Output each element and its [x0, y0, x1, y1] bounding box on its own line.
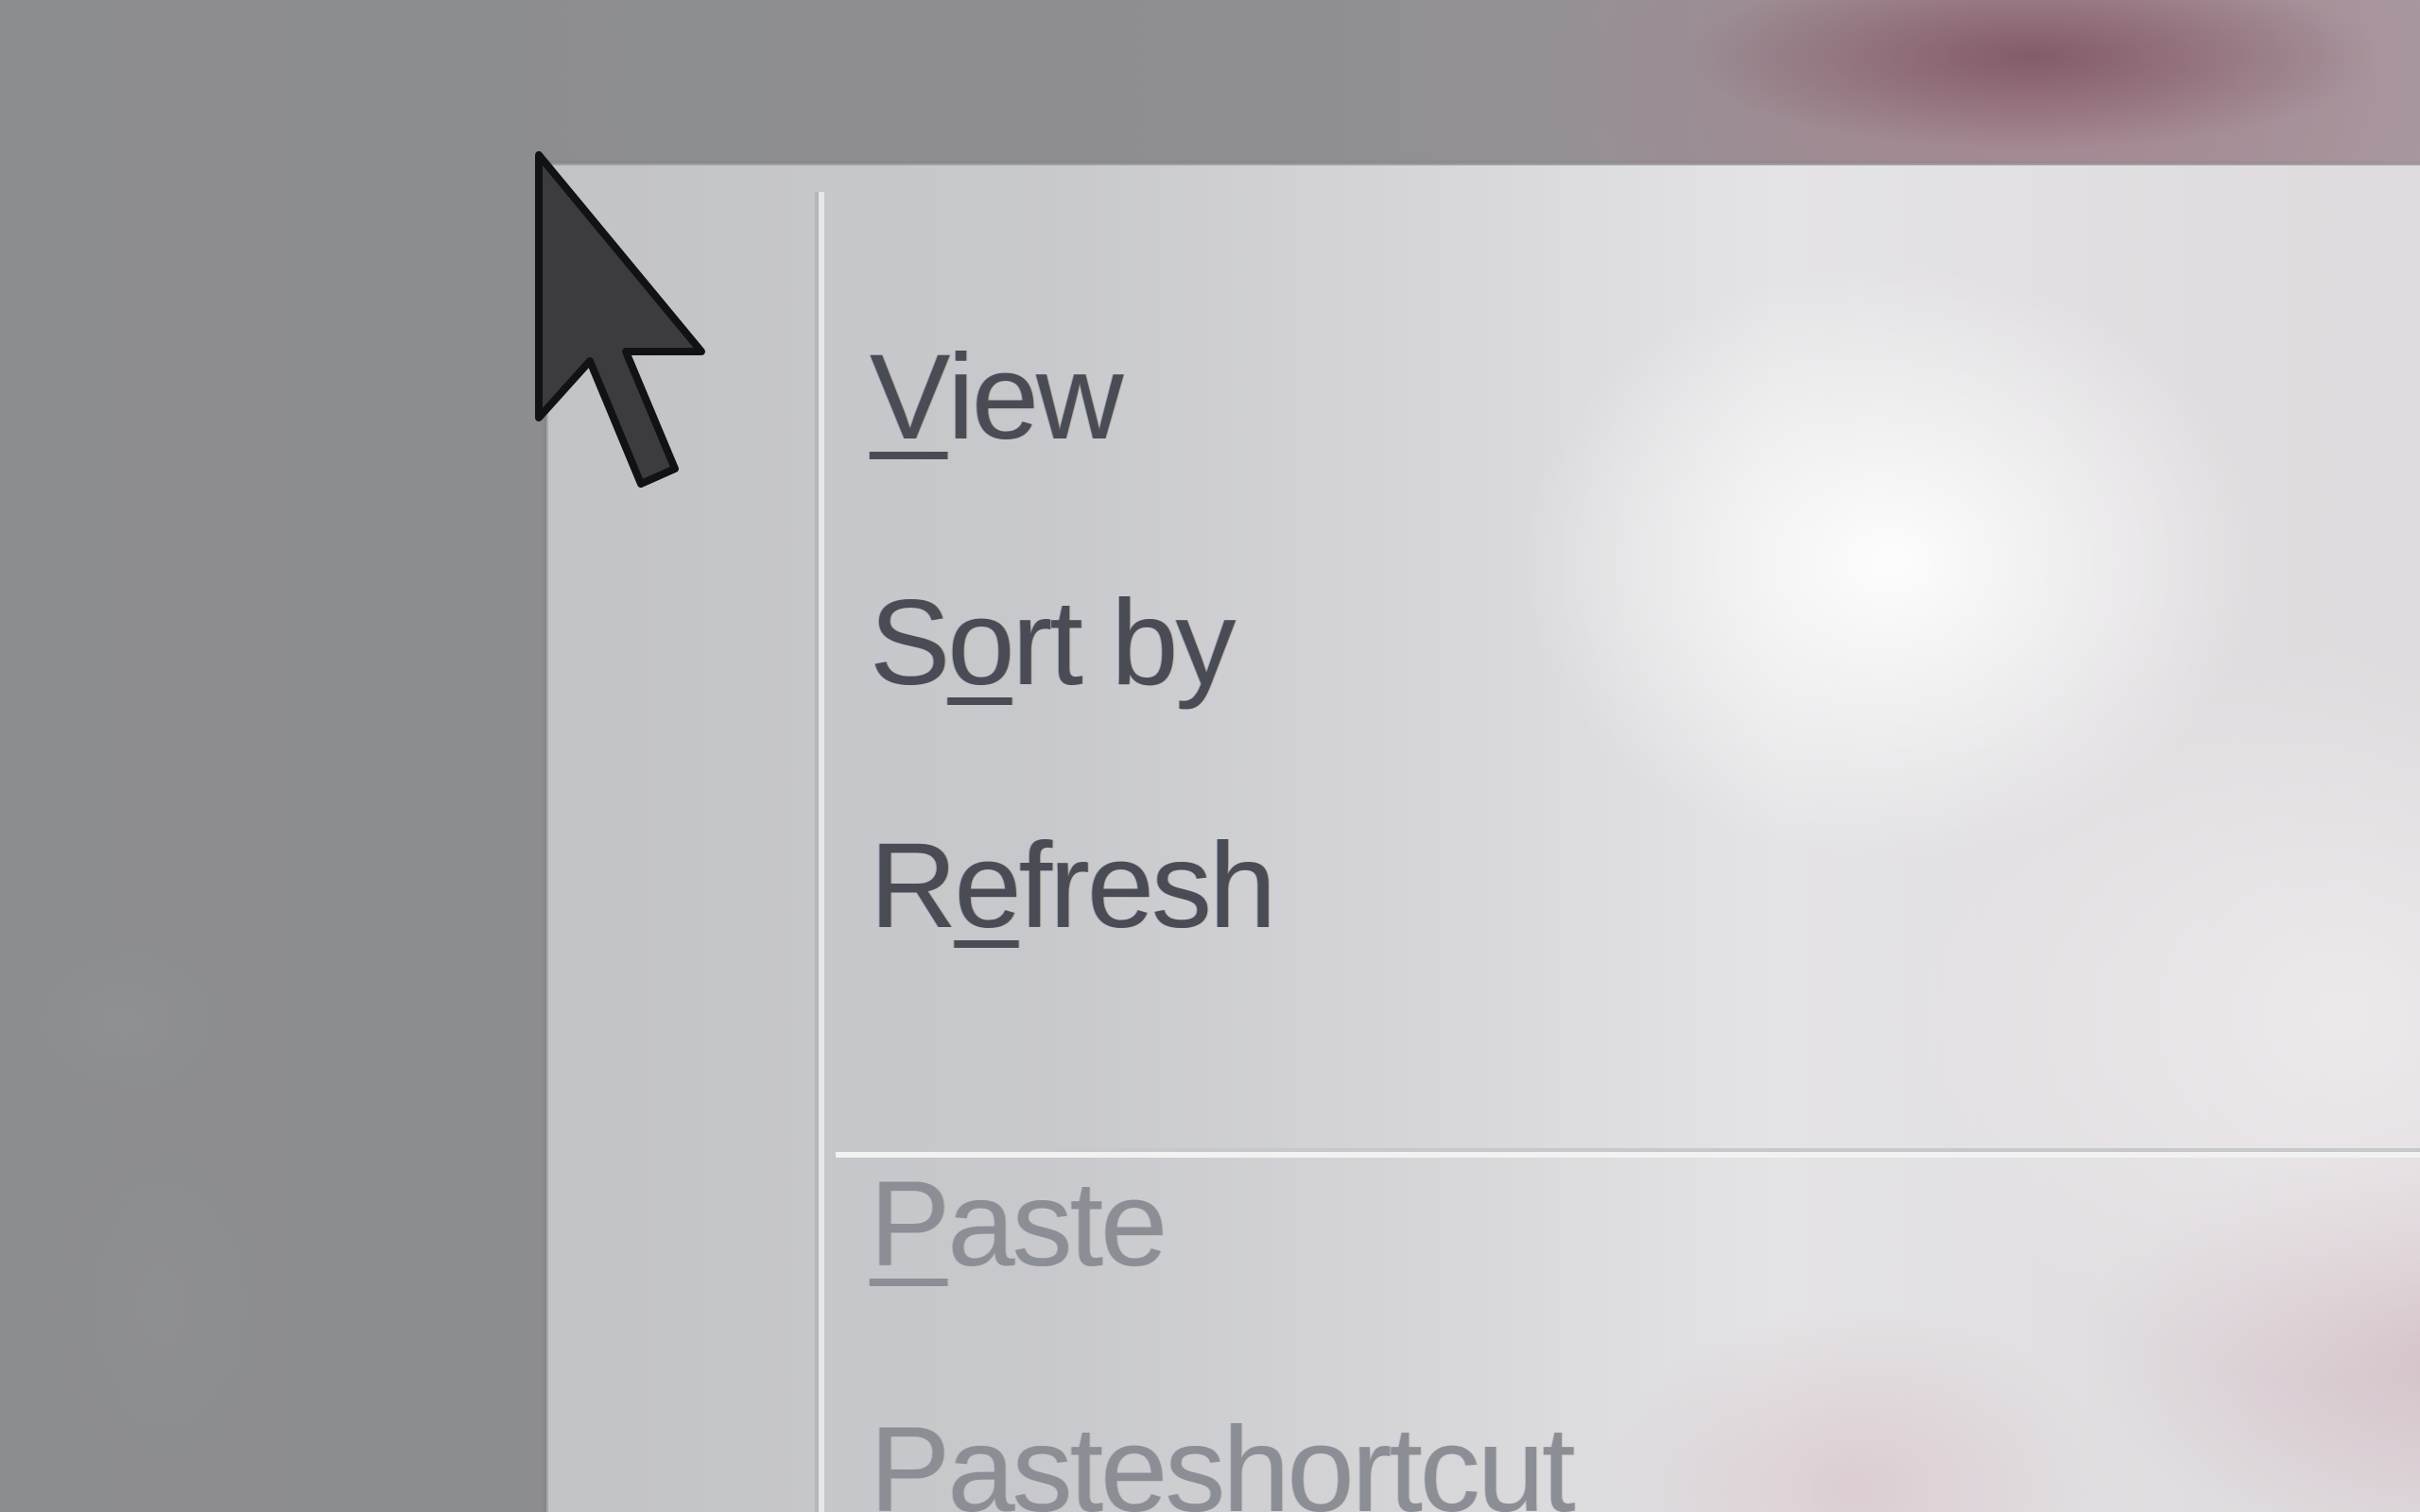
menu-item-sort-by[interactable]: So rt by — [870, 558, 1236, 728]
menu-item-refresh[interactable]: Re fresh — [870, 800, 1277, 971]
mnemonic-p: P — [870, 1156, 950, 1292]
menu-item-sort-by-label-pre: S — [870, 575, 950, 711]
mnemonic-s: s — [1165, 1401, 1225, 1512]
menu-item-paste-shortcut[interactable]: Paste s hortcut — [870, 1384, 1576, 1512]
menu-item-paste-shortcut-label-pre: Paste — [870, 1401, 1167, 1512]
desktop-context-menu: View So rt by Re fresh Paste Paste s hortcu… — [546, 163, 2420, 1512]
desktop-icon[interactable] — [19, 907, 321, 1493]
menu-item-refresh-label-pre: R — [870, 817, 957, 954]
menu-item-paste[interactable]: Paste — [870, 1139, 1167, 1309]
gutter-divider — [815, 192, 824, 1512]
mnemonic-o: o — [947, 575, 1014, 711]
menu-item-paste-shortcut-label-rest: hortcut — [1222, 1401, 1575, 1512]
menu-item-view[interactable]: View — [870, 312, 1123, 482]
menu-item-paste-label-rest: aste — [947, 1156, 1167, 1292]
menu-icon-gutter — [548, 165, 815, 1512]
mnemonic-v: V — [870, 329, 950, 465]
menu-item-sort-by-label-rest: rt by — [1011, 575, 1236, 711]
menu-item-refresh-label-rest: fresh — [1018, 817, 1277, 954]
menu-item-view-label-rest: iew — [947, 329, 1123, 465]
mnemonic-e: e — [954, 817, 1021, 954]
